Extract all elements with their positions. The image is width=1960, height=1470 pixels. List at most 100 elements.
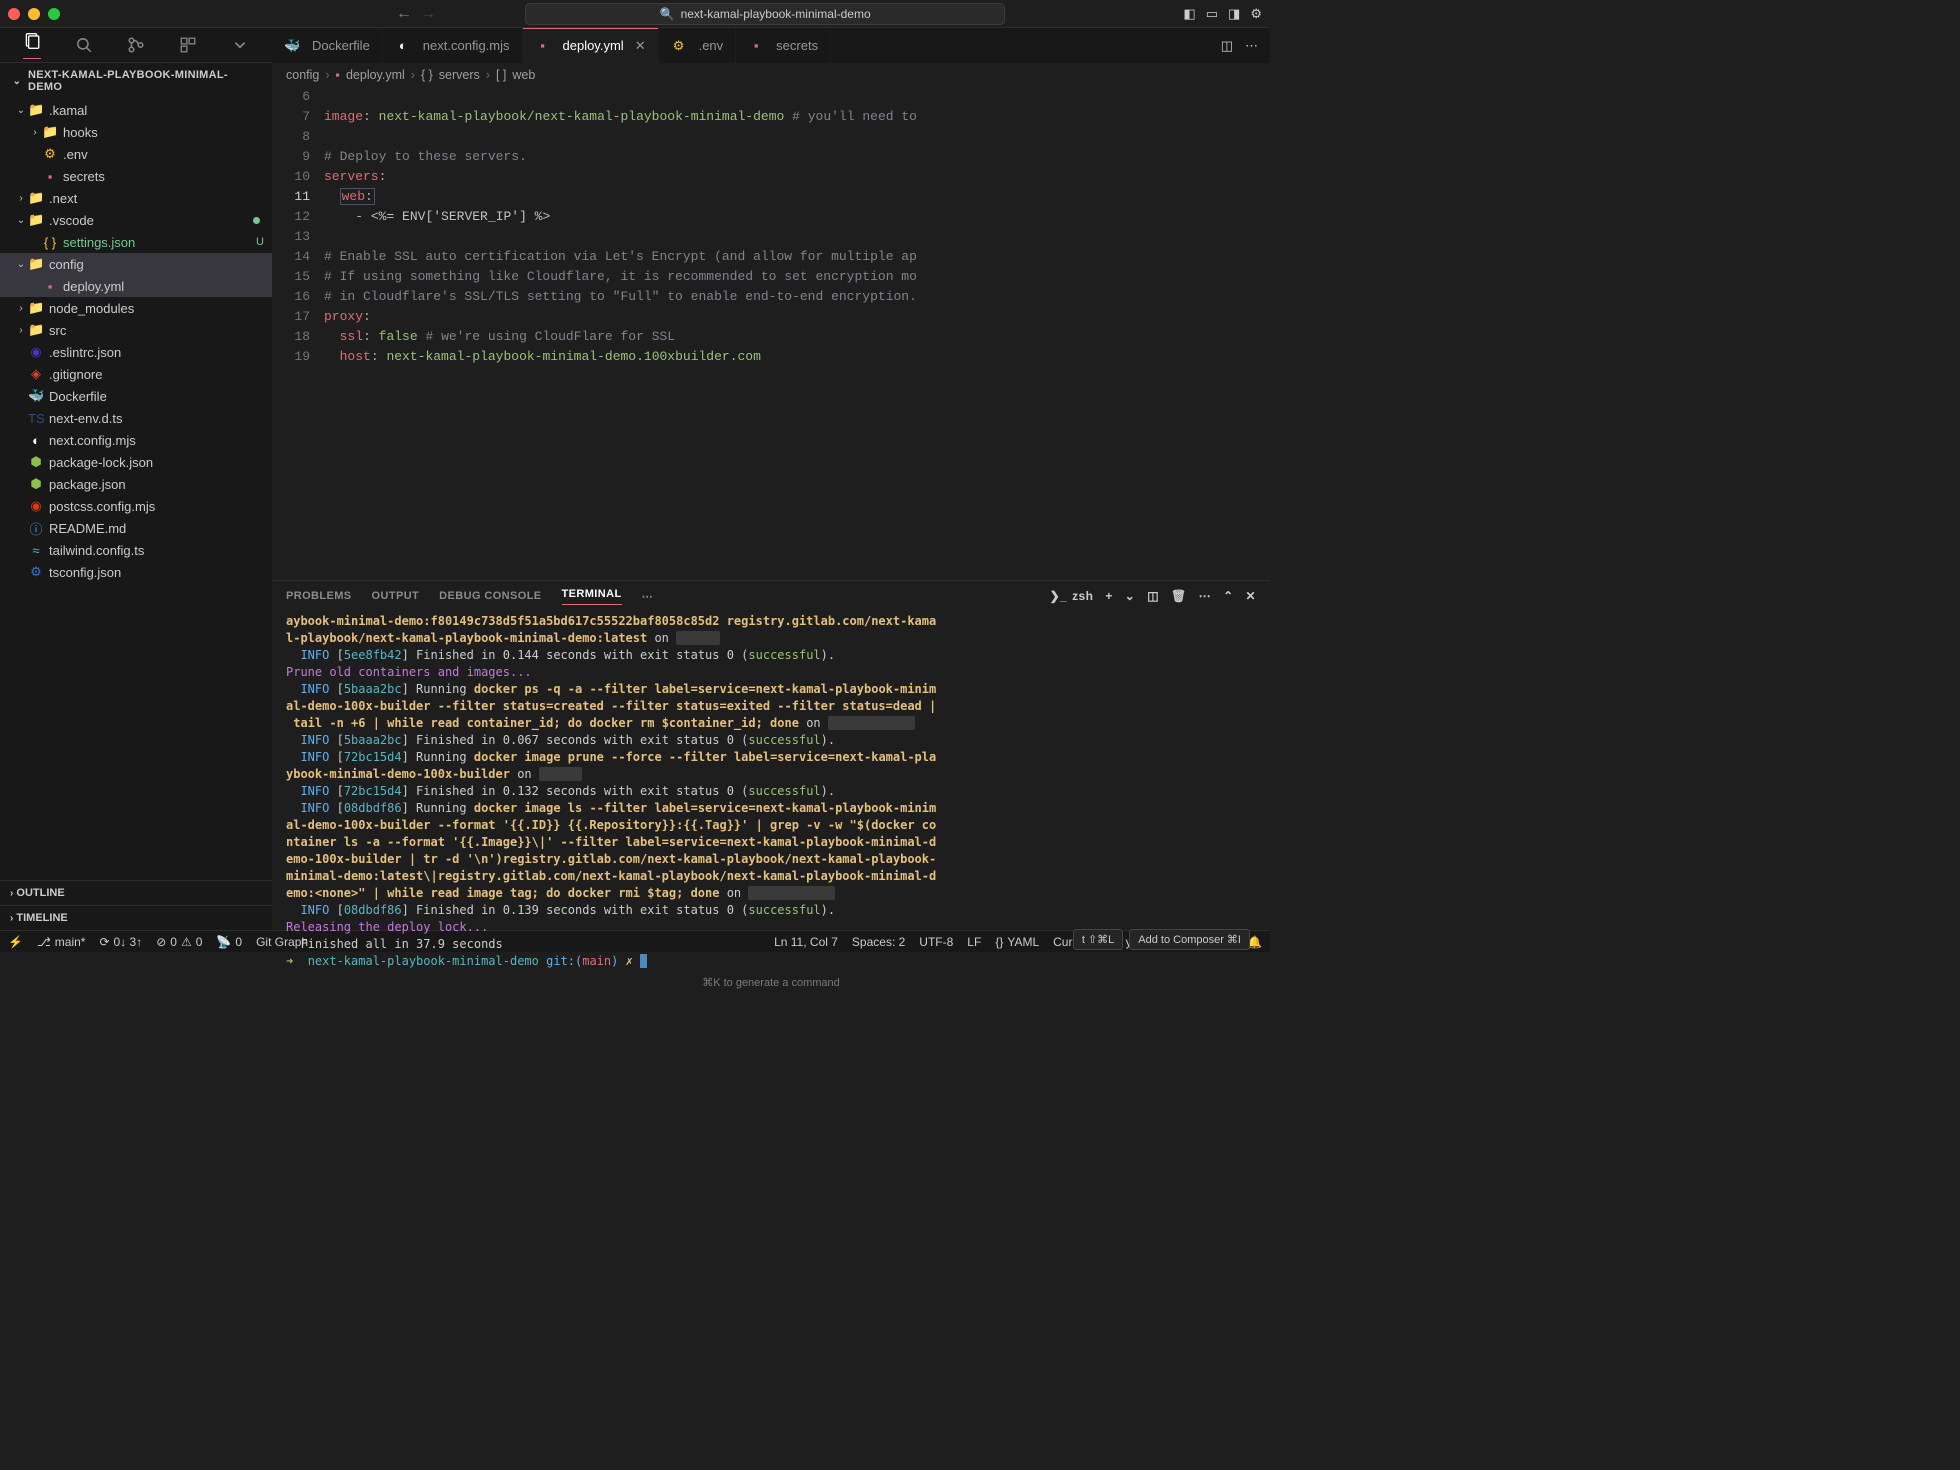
timeline-section[interactable]: › TIMELINE [0,905,272,930]
layout-primary-icon[interactable]: ◧ [1183,6,1195,22]
tree-file[interactable]: ⓘREADME.md [0,517,272,539]
tree-file[interactable]: ◈.gitignore [0,363,272,385]
warning-icon: ⚠ [181,935,192,949]
more-actions-icon[interactable]: ⋯ [1245,38,1258,54]
tree-folder[interactable]: ⌄📁.kamal [0,99,272,121]
tree-file[interactable]: ◉.eslintrc.json [0,341,272,363]
chevron-right-icon: › [14,193,28,204]
layout-panel-icon[interactable]: ▭ [1206,6,1218,22]
close-window[interactable] [8,8,20,20]
close-tab-icon[interactable]: ✕ [635,38,646,54]
file-type-icon: 📁 [42,124,58,140]
tree-file[interactable]: ◐next.config.mjs [0,429,272,451]
tree-file[interactable]: ≈tailwind.config.ts [0,539,272,561]
tree-folder[interactable]: ⌄📁config [0,253,272,275]
extensions-tab-icon[interactable] [179,36,197,54]
remote-indicator[interactable]: ⚡ [8,935,23,949]
git-sync[interactable]: ⟳0↓ 3↑ [99,935,142,949]
git-branch[interactable]: ⎇main* [37,935,86,949]
panel-tab-output[interactable]: OUTPUT [372,590,420,602]
panel-more-icon[interactable]: ⋯ [1199,589,1211,603]
tree-folder[interactable]: ›📁hooks [0,121,272,143]
titlebar: ← → 🔍 next-kamal-playbook-minimal-demo ◧… [0,0,1270,28]
tree-file[interactable]: ▪deploy.yml [0,275,272,297]
breadcrumb-part[interactable]: servers [439,68,480,82]
minimize-window[interactable] [28,8,40,20]
new-terminal-icon[interactable]: + [1105,589,1112,603]
problems-count[interactable]: ⊘0 ⚠0 [156,935,202,949]
settings-gear-icon[interactable]: ⚙ [1250,6,1262,22]
explorer-icon[interactable] [23,32,41,59]
terminal-shell-icon[interactable]: ❯_ zsh [1050,589,1094,603]
file-name: package-lock.json [49,455,153,470]
chevron-up-icon[interactable]: ⌃ [1223,589,1233,603]
file-type-icon: 🐳 [284,38,300,54]
radio-icon: 📡 [216,935,231,949]
tree-file[interactable]: { }settings.jsonU [0,231,272,253]
file-name: .gitignore [49,367,102,382]
search-tab-icon[interactable] [75,36,93,54]
nav-back-icon[interactable]: ← [396,5,412,23]
tree-folder[interactable]: ›📁node_modules [0,297,272,319]
ports[interactable]: 📡0 [216,935,242,949]
file-type-icon: 📁 [28,190,44,206]
breadcrumb-part[interactable]: config [286,68,319,82]
chevron-right-icon: › [10,913,13,924]
tree-file[interactable]: ⬢package.json [0,473,272,495]
tree-file[interactable]: ◉postcss.config.mjs [0,495,272,517]
panel-tab-terminal[interactable]: TERMINAL [562,588,622,605]
code-content[interactable]: image: next-kamal-playbook/next-kamal-pl… [324,87,1270,580]
file-type-icon: ▪ [748,38,764,53]
close-panel-icon[interactable]: ✕ [1246,589,1256,603]
file-type-icon: 📁 [28,212,44,228]
tree-file[interactable]: ⚙tsconfig.json [0,561,272,583]
scm-tab-icon[interactable] [127,36,145,54]
breadcrumb-part[interactable]: deploy.yml [346,68,405,82]
file-type-icon: 📁 [28,102,44,118]
split-panel-icon[interactable]: ◫ [1147,589,1159,603]
trash-icon[interactable]: 🗑 [1171,589,1187,603]
maximize-window[interactable] [48,8,60,20]
nav-forward-icon[interactable]: → [420,5,436,23]
editor-tabs: 🐳 Dockerfile ◐next.config.mjs▪deploy.yml✕⚙… [272,28,1270,63]
breadcrumb-part[interactable]: web [512,68,535,82]
panel-tab-more-icon[interactable]: ⋯ [642,590,653,603]
chevron-right-icon: › [28,127,42,138]
editor-tab[interactable]: ◐next.config.mjs [383,28,523,63]
chevron-right-icon: › [14,325,28,336]
file-name: .eslintrc.json [49,345,121,360]
editor-tab[interactable]: ⚙.env [659,28,737,63]
tab-label: Dockerfile [312,38,370,53]
tree-file[interactable]: ⬢package-lock.json [0,451,272,473]
split-editor-icon[interactable]: ◫ [1221,38,1233,54]
editor-area: 🐳Dockerfile◐next.config.mjs▪deploy.yml✕⚙… [272,28,1270,930]
editor-tab[interactable]: ▪deploy.yml✕ [523,28,659,63]
split-terminal-chevron-icon[interactable]: ⌄ [1125,589,1135,603]
file-name: .next [49,191,77,206]
tree-file[interactable]: ⚙.env [0,143,272,165]
code-editor[interactable]: 678910111213141516171819 image: next-kam… [272,87,1270,580]
panel-tab-debug[interactable]: DEBUG CONSOLE [439,590,541,602]
explorer-header[interactable]: ⌄ NEXT-KAMAL-PLAYBOOK-MINIMAL-DEMO [0,63,272,99]
file-type-icon: ⚙ [28,564,44,580]
tree-file[interactable]: 🐳Dockerfile [0,385,272,407]
layout-secondary-icon[interactable]: ◨ [1228,6,1240,22]
tree-file[interactable]: ▪secrets [0,165,272,187]
tree-folder[interactable]: ›📁src [0,319,272,341]
tree-folder[interactable]: ›📁 .next [0,187,272,209]
command-center[interactable]: 🔍 next-kamal-playbook-minimal-demo [525,3,1005,25]
breadcrumb[interactable]: config › ▪ deploy.yml › { } servers › [ … [272,63,1270,87]
more-tab-icon[interactable] [231,36,249,54]
terminal-output[interactable]: aybook-minimal-demo:f80149c738d5f51a5bd6… [272,611,1270,972]
tree-folder[interactable]: ⌄📁.vscode [0,209,272,231]
tree-file[interactable]: TSnext-env.d.ts [0,407,272,429]
file-name: .kamal [49,103,87,118]
editor-tab[interactable]: ▪secrets [736,28,831,63]
editor-tab[interactable]: 🐳 Dockerfile [272,28,383,63]
panel-tab-problems[interactable]: PROBLEMS [286,590,352,602]
outline-section[interactable]: › OUTLINE [0,880,272,905]
file-name: deploy.yml [63,279,124,294]
terminal-icon: ❯_ [1050,589,1068,603]
file-type-icon: ⬢ [28,476,44,492]
file-name: Dockerfile [49,389,107,404]
